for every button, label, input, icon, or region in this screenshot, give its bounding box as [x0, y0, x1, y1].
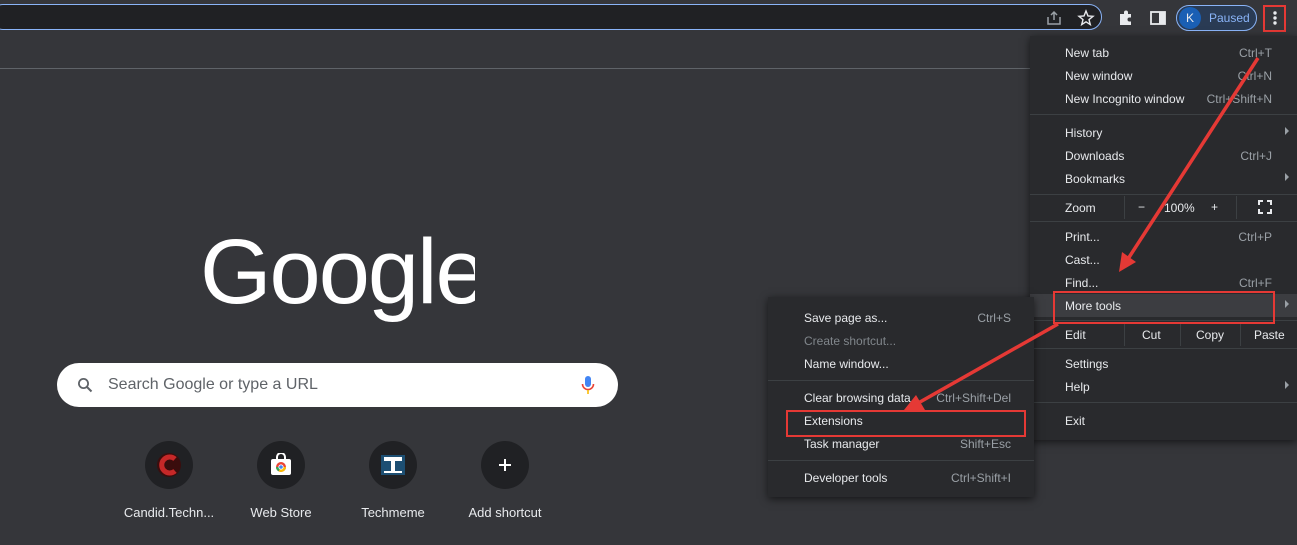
menu-item-new-window[interactable]: New window Ctrl+N	[1030, 64, 1297, 87]
fullscreen-icon[interactable]	[1258, 200, 1272, 214]
zoom-out-button[interactable]: −	[1138, 200, 1145, 214]
web-store-icon	[271, 453, 291, 475]
search-placeholder: Search Google or type a URL	[108, 376, 318, 393]
bookmark-star-icon[interactable]	[1077, 9, 1095, 27]
svg-text:Google: Google	[200, 221, 475, 323]
submenu-item-clear-browsing-data[interactable]: Clear browsing data... Ctrl+Shift+Del	[768, 386, 1034, 409]
browser-toolbar: K Paused	[0, 0, 1297, 36]
plus-icon	[499, 459, 511, 471]
submenu-item-name-window[interactable]: Name window...	[768, 352, 1034, 375]
shortcut-label: Candid.Techn...	[123, 505, 215, 520]
cell-divider	[1180, 323, 1181, 346]
share-icon[interactable]	[1045, 9, 1063, 27]
menu-separator	[768, 380, 1034, 381]
cell-divider	[1124, 323, 1125, 346]
chrome-main-menu: New tab Ctrl+T New window Ctrl+N New Inc…	[1030, 36, 1297, 440]
menu-separator	[1030, 402, 1297, 403]
side-panel-icon[interactable]	[1148, 8, 1168, 28]
address-bar[interactable]	[0, 4, 1102, 30]
shortcut-circle	[481, 441, 529, 489]
menu-item-bookmarks[interactable]: Bookmarks	[1030, 167, 1297, 190]
menu-zoom-row: Zoom − 100% +	[1030, 196, 1297, 219]
candid-logo-icon	[157, 453, 181, 477]
menu-item-new-tab[interactable]: New tab Ctrl+T	[1030, 41, 1297, 64]
submenu-arrow-icon	[1285, 127, 1289, 135]
more-tools-submenu: Save page as... Ctrl+S Create shortcut..…	[768, 297, 1034, 497]
menu-item-exit[interactable]: Exit	[1030, 409, 1297, 432]
extensions-highlight-box	[786, 410, 1026, 437]
microphone-icon[interactable]	[581, 375, 595, 395]
shortcut-label: Techmeme	[361, 505, 425, 520]
copy-button[interactable]: Copy	[1196, 328, 1224, 342]
menu-item-history[interactable]: History	[1030, 121, 1297, 144]
techmeme-icon	[381, 455, 405, 475]
menu-item-downloads[interactable]: Downloads Ctrl+J	[1030, 144, 1297, 167]
kebab-highlight-box	[1263, 5, 1286, 32]
shortcut-label: Add shortcut	[468, 505, 542, 520]
zoom-level: 100%	[1164, 201, 1195, 215]
submenu-item-save-page[interactable]: Save page as... Ctrl+S	[768, 306, 1034, 329]
more-tools-highlight-box	[1053, 291, 1275, 324]
avatar: K	[1179, 7, 1201, 29]
toolbar-divider	[0, 68, 1030, 69]
shortcut-tile[interactable]: Candid.Techn...	[113, 441, 225, 531]
search-box[interactable]: Search Google or type a URL	[57, 363, 618, 407]
menu-separator	[768, 460, 1034, 461]
shortcut-circle	[257, 441, 305, 489]
submenu-arrow-icon	[1285, 381, 1289, 389]
cut-button[interactable]: Cut	[1142, 328, 1161, 342]
menu-separator	[1030, 221, 1297, 222]
menu-item-new-incognito-window[interactable]: New Incognito window Ctrl+Shift+N	[1030, 87, 1297, 110]
shortcut-circle	[369, 441, 417, 489]
shortcut-tile[interactable]: Web Store	[225, 441, 337, 531]
shortcut-circle	[145, 441, 193, 489]
menu-edit-row: Edit Cut Copy Paste	[1030, 323, 1297, 346]
menu-separator	[1030, 348, 1297, 349]
cell-divider	[1236, 196, 1237, 219]
submenu-item-developer-tools[interactable]: Developer tools Ctrl+Shift+I	[768, 466, 1034, 489]
menu-separator	[1030, 114, 1297, 115]
cell-divider	[1240, 323, 1241, 346]
paste-button[interactable]: Paste	[1254, 328, 1285, 342]
submenu-item-create-shortcut: Create shortcut...	[804, 334, 897, 348]
menu-item-print[interactable]: Print... Ctrl+P	[1030, 225, 1297, 248]
extensions-puzzle-icon[interactable]	[1116, 8, 1136, 28]
profile-status: Paused	[1209, 11, 1250, 25]
menu-item-help[interactable]: Help	[1030, 375, 1297, 398]
submenu-arrow-icon	[1285, 173, 1289, 181]
profile-button[interactable]: K Paused	[1176, 5, 1257, 31]
shortcut-tile[interactable]: Techmeme	[337, 441, 449, 531]
search-icon	[78, 378, 93, 393]
menu-item-cast[interactable]: Cast...	[1030, 248, 1297, 271]
menu-item-settings[interactable]: Settings	[1030, 352, 1297, 375]
add-shortcut-tile[interactable]: Add shortcut	[449, 441, 561, 531]
shortcut-label: Web Store	[250, 505, 312, 520]
zoom-in-button[interactable]: +	[1211, 200, 1218, 214]
menu-separator	[1030, 194, 1297, 195]
google-logo: Google	[200, 221, 475, 323]
cell-divider	[1124, 196, 1125, 219]
submenu-arrow-icon	[1285, 300, 1289, 308]
